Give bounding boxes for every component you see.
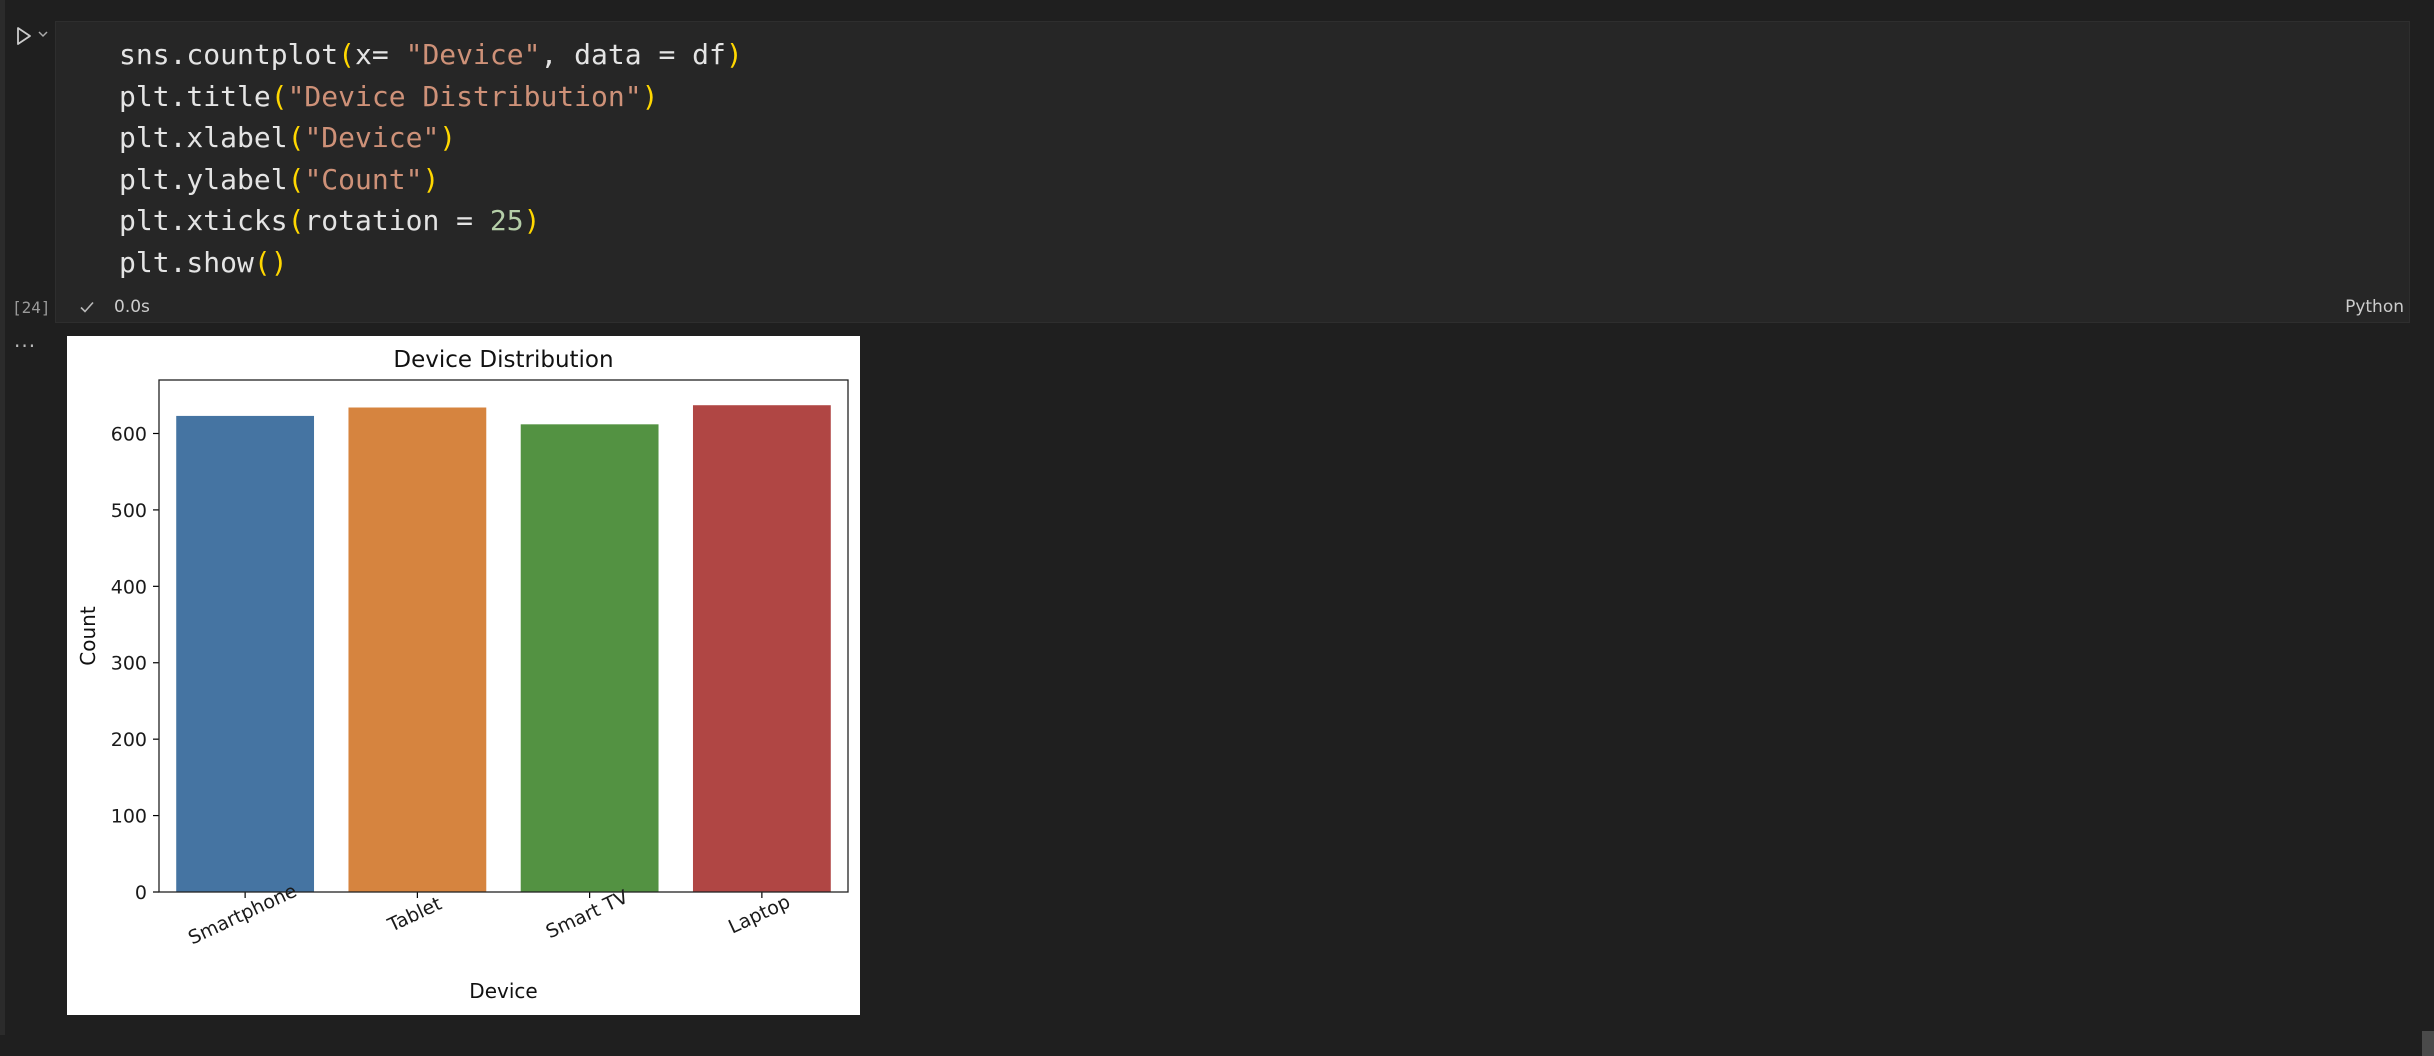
code-token: "Device" xyxy=(405,38,541,71)
code-line: plt.xticks(rotation = 25) xyxy=(119,200,743,242)
scrollbar-thumb[interactable] xyxy=(2422,1031,2434,1056)
code-token: ) xyxy=(422,162,440,196)
code-line: plt.show() xyxy=(119,242,743,284)
code-token: rotation = xyxy=(304,204,490,238)
bar-laptop xyxy=(692,405,831,892)
y-tick-label: 400 xyxy=(111,576,147,598)
code-token: , data = df xyxy=(540,38,726,71)
code-line: plt.title("Device Distribution") xyxy=(119,76,743,118)
code-token: ) xyxy=(725,38,743,71)
code-token: ) xyxy=(270,245,288,279)
play-icon xyxy=(17,27,31,45)
code-line: sns.countplot(x= "Device", data = df) xyxy=(119,34,743,76)
code-token: "Device" xyxy=(304,121,440,155)
y-tick-label: 500 xyxy=(111,500,147,522)
code-token: "Count" xyxy=(304,162,423,196)
code-line: plt.ylabel("Count") xyxy=(119,159,743,201)
code-block[interactable]: sns.countplot(x= "Device", data = df) plt… xyxy=(119,34,743,284)
code-token: ( xyxy=(338,38,356,71)
execution-count: [24] xyxy=(12,298,51,317)
y-tick-label: 100 xyxy=(111,806,147,828)
code-line: plt.xlabel("Device") xyxy=(119,117,743,159)
y-axis-label: Count xyxy=(76,606,100,666)
x-tick-label: Laptop xyxy=(725,891,794,939)
chart-output: Smartphone Tablet Smart TV Laptop 0 100 200 300… xyxy=(67,336,860,1015)
y-tick-label: 200 xyxy=(111,729,147,751)
cell-gutter xyxy=(0,0,5,1035)
execution-time: 0.0s xyxy=(114,297,150,317)
code-token: 25 xyxy=(489,204,524,238)
code-token: ) xyxy=(439,121,457,155)
bar-chart: Smartphone Tablet Smart TV Laptop0100200300… xyxy=(76,347,849,1003)
code-token: ( xyxy=(287,162,305,196)
code-token: plt.ylabel xyxy=(119,162,288,196)
code-token: ( xyxy=(270,79,288,113)
x-tick-label: Smart TV xyxy=(543,886,632,943)
check-icon xyxy=(80,301,94,313)
chevron-down-icon xyxy=(38,31,48,38)
code-token: plt.xticks xyxy=(119,204,288,238)
x-tick-label: Tablet xyxy=(384,893,445,937)
language-selector[interactable]: Python xyxy=(2345,297,2404,317)
code-token: plt.xlabel xyxy=(119,121,288,155)
code-token: x= xyxy=(355,38,406,71)
code-cell-editor[interactable]: sns.countplot(x= "Device", data = df) plt… xyxy=(55,21,2410,323)
run-options-button[interactable] xyxy=(36,26,50,40)
code-token: ( xyxy=(287,204,305,238)
y-tick-label: 600 xyxy=(111,423,147,445)
notebook-page: sns.countplot(x= "Device", data = df) plt… xyxy=(0,0,2434,1056)
code-token: plt.show xyxy=(119,245,254,279)
code-token: "Device Distribution" xyxy=(287,79,642,113)
chart-title: Device Distribution xyxy=(393,347,613,373)
bar-tablet xyxy=(348,407,487,892)
code-token: sns.countplot xyxy=(119,38,339,71)
code-token: plt.title xyxy=(119,79,271,113)
x-axis-label: Device xyxy=(469,979,537,1003)
code-token: ( xyxy=(253,245,271,279)
bar-smartphone xyxy=(176,415,315,892)
code-token: ) xyxy=(523,204,541,238)
output-menu-button[interactable]: ··· xyxy=(14,334,36,358)
bar-smart-tv xyxy=(520,424,659,892)
code-token: ) xyxy=(641,79,659,113)
y-tick-label: 0 xyxy=(135,882,147,904)
code-token: ( xyxy=(287,121,305,155)
y-tick-label: 300 xyxy=(111,653,147,675)
run-cell-button[interactable] xyxy=(12,24,36,48)
